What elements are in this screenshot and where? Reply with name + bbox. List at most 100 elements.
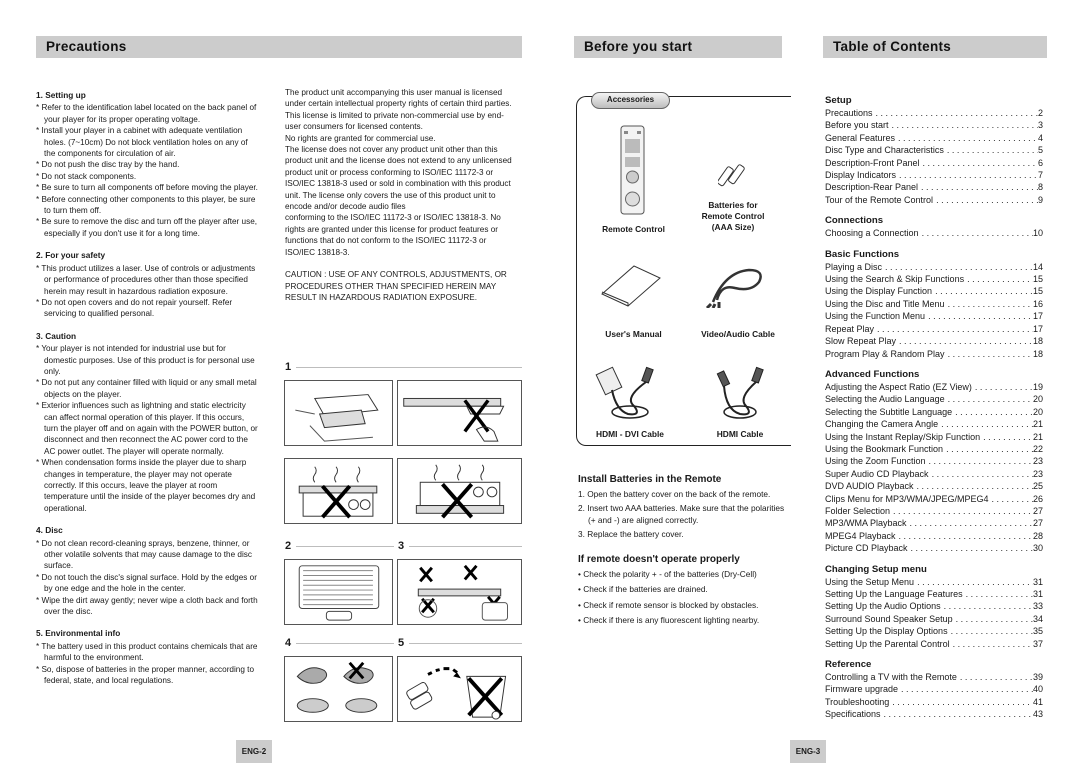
toc-entry[interactable]: Precautions 2 bbox=[825, 107, 1043, 119]
ventilation-illustration bbox=[284, 380, 393, 446]
install-step: 1. Open the battery cover on the back of… bbox=[578, 489, 771, 500]
precaution-bullet: * Do not clean record-cleaning sprays, b… bbox=[36, 538, 252, 571]
toc-entry[interactable]: Controlling a TV with the Remote 39 bbox=[825, 671, 1043, 683]
toc-entry[interactable]: Using the Bookmark Function 22 bbox=[825, 443, 1043, 455]
toc-section-title: Basic Functions bbox=[825, 248, 900, 260]
precaution-bullet: * Wipe the dirt away gently; never wipe … bbox=[36, 595, 258, 617]
accessory-users-manual-label: User's Manual bbox=[605, 329, 662, 339]
toc-entry[interactable]: Super Audio CD Playback 23 bbox=[825, 468, 1043, 480]
toc-entry-title: Setting Up the Audio Options bbox=[825, 601, 941, 612]
precaution-bullet: * Do not put any container filled with l… bbox=[36, 378, 257, 399]
toc-entry[interactable]: Troubleshooting 41 bbox=[825, 696, 1043, 708]
toc-entry[interactable]: Using the Setup Menu 31 bbox=[825, 576, 1043, 588]
toc-leader-dots bbox=[890, 505, 1033, 517]
precaution-bullet: * Be sure to turn all components off bef… bbox=[36, 183, 258, 193]
toc-entry-page: 10 bbox=[1032, 228, 1043, 239]
toc-entry-page: 15 bbox=[1032, 274, 1043, 285]
toc-leader-dots bbox=[920, 157, 1038, 169]
precaution-bullet: * Exterior influences such as lightning … bbox=[36, 401, 258, 456]
toc-entry[interactable]: Setting Up the Display Options 35 bbox=[825, 625, 1043, 637]
toc-entry-title: Description-Front Panel bbox=[825, 157, 920, 168]
toc-entry-page: 6 bbox=[1037, 157, 1043, 168]
toc-entry[interactable]: Disc Type and Characteristics 5 bbox=[825, 144, 1043, 156]
precaution-section-title: 5. Environmental info bbox=[36, 628, 121, 639]
toc-entry[interactable]: Using the Function Menu 17 bbox=[825, 310, 1043, 322]
toc-entry[interactable]: Setting Up the Language Features 31 bbox=[825, 588, 1043, 600]
toc-entry[interactable]: Setting Up the Parental Control 37 bbox=[825, 638, 1043, 650]
toc-entry-title: Repeat Play bbox=[825, 323, 875, 334]
toc-leader-dots bbox=[914, 576, 1033, 588]
toc-entry[interactable]: Surround Sound Speaker Setup 34 bbox=[825, 613, 1043, 625]
toc-entry[interactable]: Display Indicators 7 bbox=[825, 169, 1043, 181]
toc-leader-dots bbox=[896, 169, 1038, 181]
toc-entry[interactable]: Folder Selection 27 bbox=[825, 505, 1043, 517]
toc-entry[interactable]: Tour of the Remote Control 9 bbox=[825, 194, 1043, 206]
toc-entry-title: Playing a Disc bbox=[825, 261, 883, 272]
toc-entry[interactable]: Slow Repeat Play 18 bbox=[825, 335, 1043, 347]
toc-entry-title: Folder Selection bbox=[825, 505, 891, 516]
figure-label-2: 2 bbox=[285, 540, 292, 552]
stacking-heat-illustration bbox=[284, 458, 393, 524]
toc-entry[interactable]: Using the Instant Replay/Skip Function 21 bbox=[825, 431, 1043, 443]
toc-entry[interactable]: Using the Search & Skip Functions 15 bbox=[825, 273, 1043, 285]
toc-entry[interactable]: Using the Zoom Function 23 bbox=[825, 455, 1043, 467]
toc-entry[interactable]: Playing a Disc 14 bbox=[825, 261, 1043, 273]
precaution-bullet: * Before connecting other components to … bbox=[36, 194, 256, 216]
toc-leader-dots bbox=[963, 588, 1033, 600]
toc-entry-page: 4 bbox=[1037, 132, 1043, 143]
precaution-bullet: * Your player is not intended for indust… bbox=[36, 344, 255, 376]
toc-entry[interactable]: Using the Disc and Title Menu 16 bbox=[825, 298, 1043, 310]
toc-entry-title: Using the Setup Menu bbox=[825, 576, 915, 587]
toc-entry[interactable]: Firmware upgrade 40 bbox=[825, 683, 1043, 695]
toc-entry-page: 30 bbox=[1032, 543, 1043, 554]
precaution-bullet: * This product utilizes a laser. Use of … bbox=[36, 263, 256, 296]
precaution-bullet: * Be sure to remove the disc and turn of… bbox=[36, 217, 258, 238]
precautions-column: 1. Setting up * Refer to the identificati… bbox=[36, 90, 258, 698]
precaution-section: 1. Setting up * Refer to the identificati… bbox=[36, 90, 258, 239]
toc-entry[interactable]: MP3/WMA Playback 27 bbox=[825, 517, 1043, 529]
toc-entry-page: 35 bbox=[1032, 626, 1043, 637]
toc-entry[interactable]: Picture CD Playback 30 bbox=[825, 542, 1043, 554]
toc-leader-dots bbox=[896, 335, 1033, 347]
toc-entry[interactable]: Description-Front Panel 6 bbox=[825, 157, 1043, 169]
toc-entry[interactable]: Program Play & Random Play 18 bbox=[825, 348, 1043, 360]
toc-entry[interactable]: Description-Rear Panel 8 bbox=[825, 181, 1043, 193]
toc-entry[interactable]: Adjusting the Aspect Ratio (EZ View) 19 bbox=[825, 381, 1043, 393]
toc-leader-dots bbox=[938, 418, 1033, 430]
toc-entry-page: 15 bbox=[1032, 286, 1043, 297]
toc-entry-page: 20 bbox=[1032, 394, 1043, 405]
toc-section: Reference Controlling a TV with the Remot… bbox=[825, 658, 1043, 721]
toc-entry[interactable]: DVD AUDIO Playback 25 bbox=[825, 480, 1043, 492]
toc-leader-dots bbox=[943, 443, 1033, 455]
toc-leader-dots bbox=[945, 393, 1033, 405]
figure-rule bbox=[409, 546, 522, 547]
toc-leader-dots bbox=[873, 107, 1038, 119]
toc-entry[interactable]: Choosing a Connection 10 bbox=[825, 227, 1043, 239]
toc-entry[interactable]: Specifications 43 bbox=[825, 708, 1043, 720]
toc-entry-page: 40 bbox=[1032, 684, 1043, 695]
toc-leader-dots bbox=[948, 625, 1033, 637]
toc-entry[interactable]: Changing the Camera Angle 21 bbox=[825, 418, 1043, 430]
toc-entry[interactable]: Selecting the Audio Language 20 bbox=[825, 393, 1043, 405]
troubleshooting-check: • Check if the batteries are drained. bbox=[578, 584, 708, 595]
toc-entry[interactable]: MPEG4 Playback 28 bbox=[825, 530, 1043, 542]
toc-entry-title: Using the Zoom Function bbox=[825, 456, 926, 467]
toc-entry[interactable]: Selecting the Subtitle Language 20 bbox=[825, 406, 1043, 418]
toc-entry-page: 16 bbox=[1032, 298, 1043, 309]
toc-entry-page: 17 bbox=[1032, 323, 1043, 334]
toc-entry[interactable]: Clips Menu for MP3/WMA/JPEG/MPEG4 26 bbox=[825, 493, 1043, 505]
toc-leader-dots bbox=[944, 144, 1038, 156]
toc-entry[interactable]: Setting Up the Audio Options 33 bbox=[825, 600, 1043, 612]
precaution-section-title: 1. Setting up bbox=[36, 90, 86, 100]
license-paragraph: The license does not cover any product u… bbox=[285, 145, 512, 212]
toc-entry[interactable]: Before you start 3 bbox=[825, 119, 1043, 131]
figure-label-3: 3 bbox=[398, 540, 405, 552]
remote-troubleshooting-section: If remote doesn't operate properly • Che… bbox=[578, 554, 788, 626]
toc-entry[interactable]: Using the Display Function 15 bbox=[825, 285, 1043, 297]
toc-entry-title: Clips Menu for MP3/WMA/JPEG/MPEG4 bbox=[825, 493, 989, 504]
toc-leader-dots bbox=[925, 310, 1033, 322]
toc-entry[interactable]: Repeat Play 17 bbox=[825, 323, 1043, 335]
precaution-section: 5. Environmental info * The battery used … bbox=[36, 628, 258, 686]
toc-entry[interactable]: General Features 4 bbox=[825, 132, 1043, 144]
toc-entry-title: Disc Type and Characteristics bbox=[825, 145, 944, 156]
